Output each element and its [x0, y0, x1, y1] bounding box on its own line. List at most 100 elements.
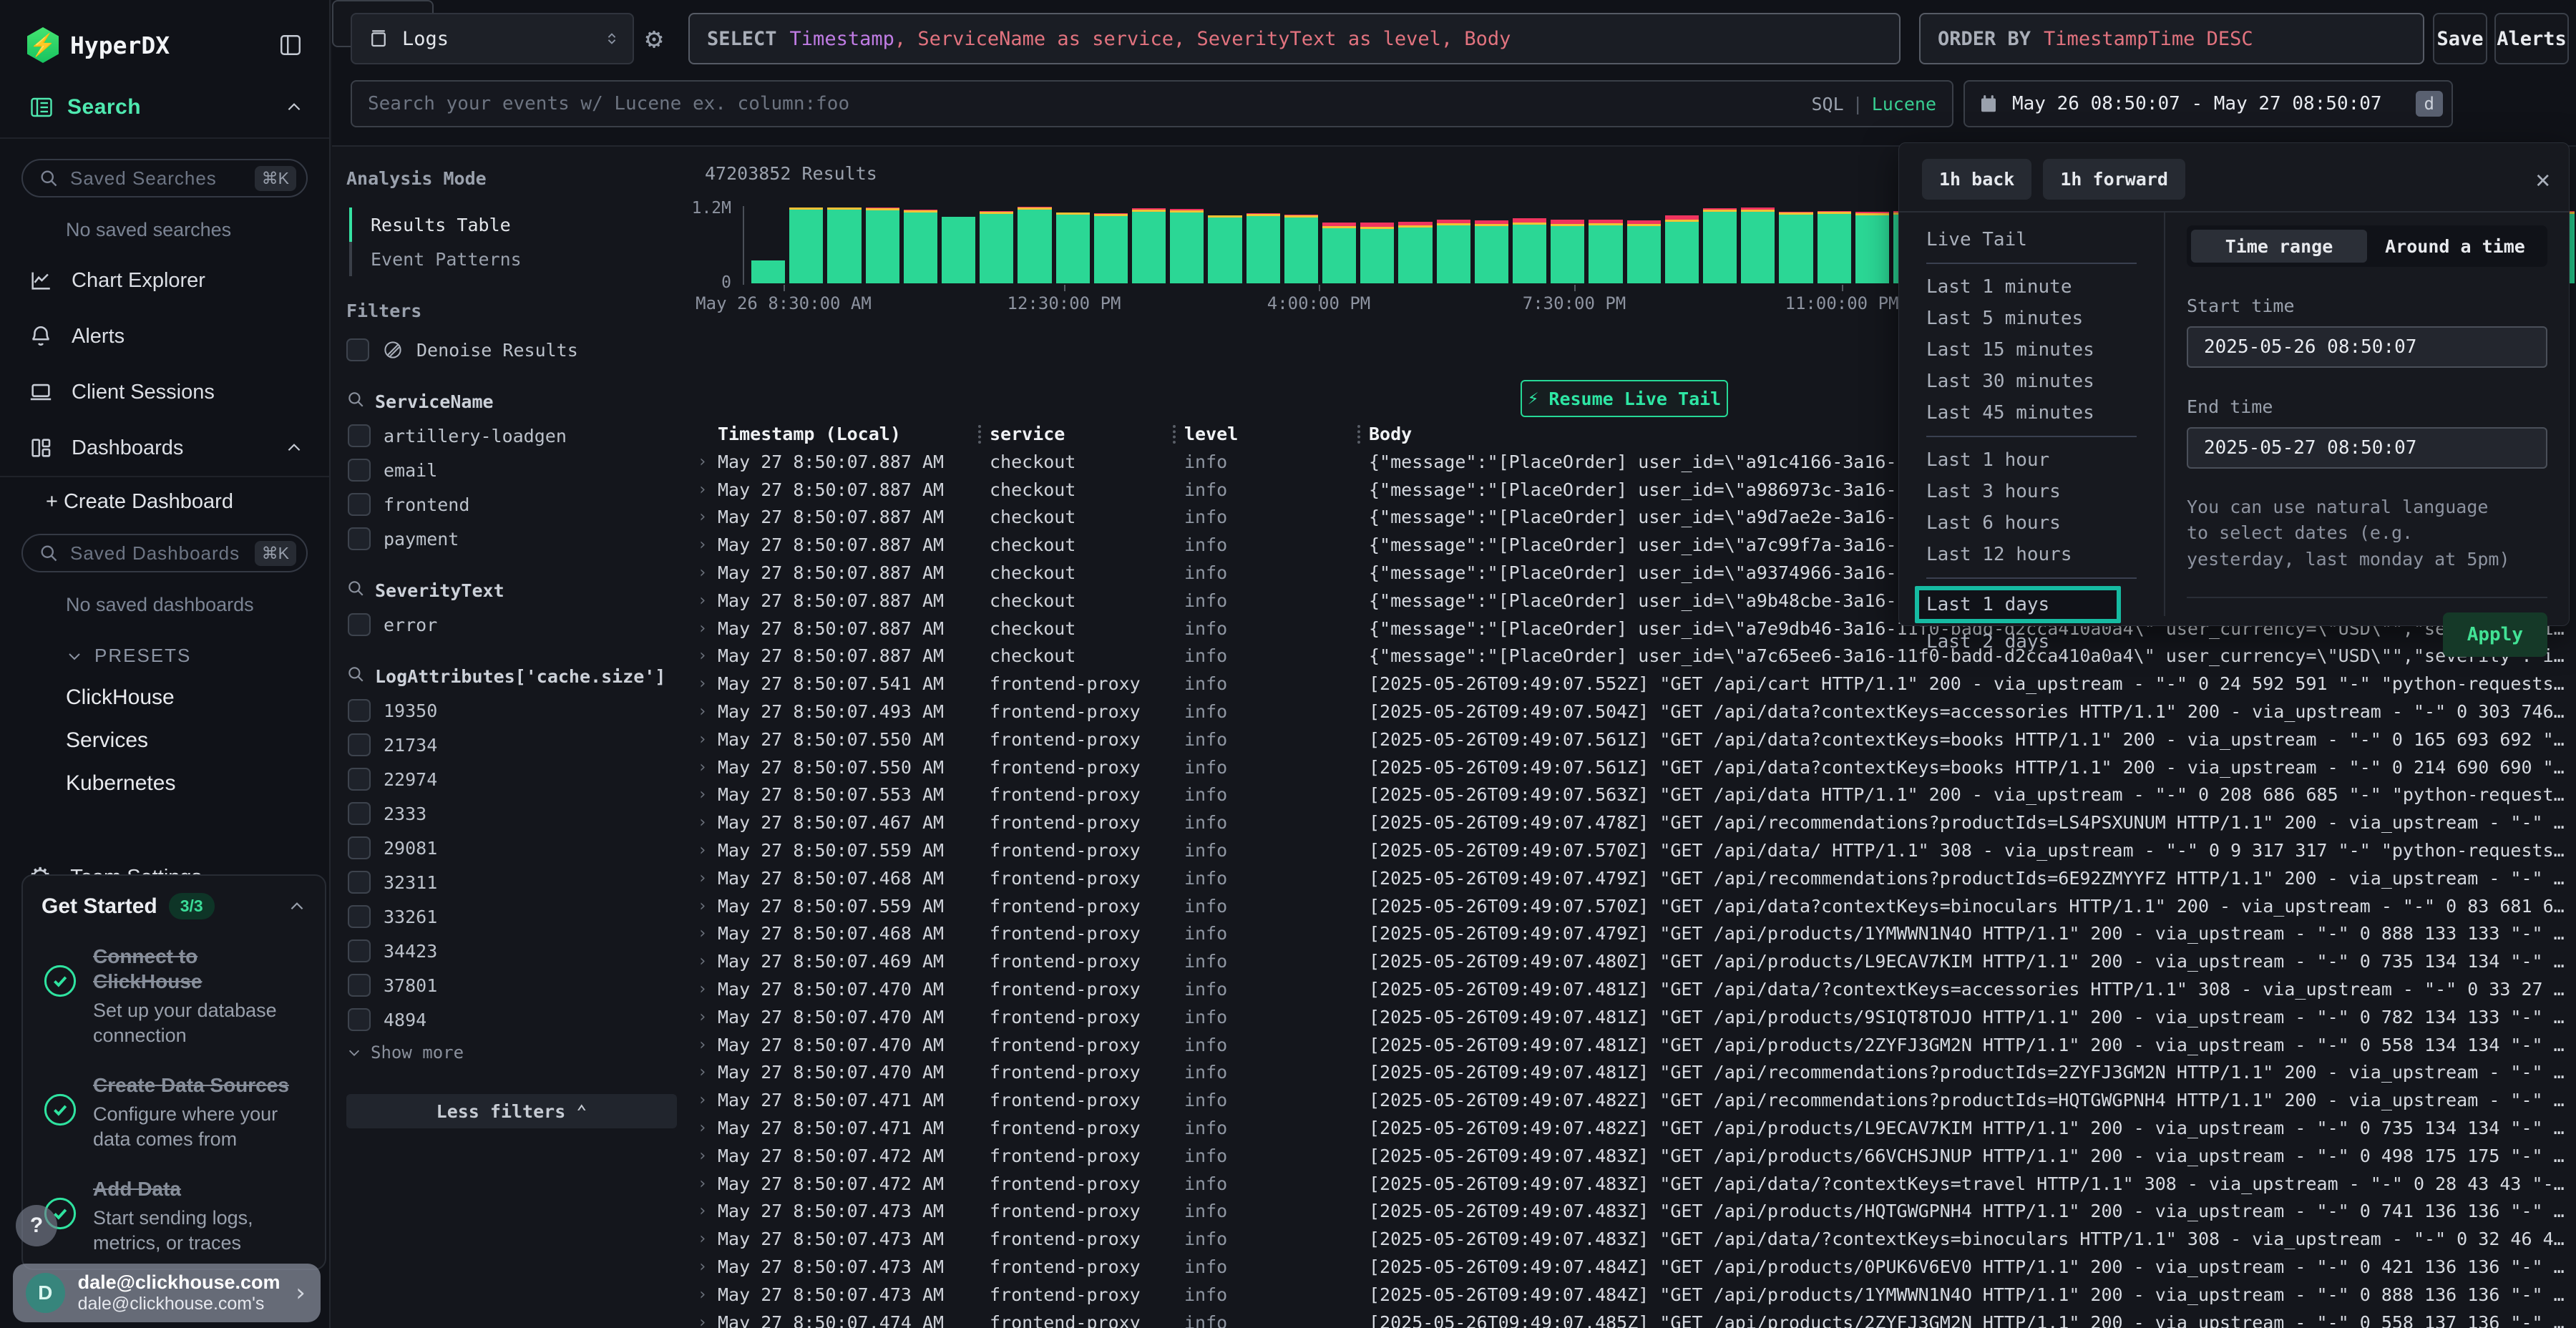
quick-range-live-tail[interactable]: Live Tail — [1926, 224, 2164, 255]
checkbox[interactable] — [348, 802, 371, 825]
row-expand-icon[interactable]: › — [698, 924, 718, 942]
sidebar-item-client-sessions[interactable]: Client Sessions — [0, 364, 329, 420]
histogram-bar[interactable] — [980, 211, 1013, 283]
facet-value-checkbox[interactable]: error — [348, 613, 679, 636]
column-resize-handle[interactable] — [978, 425, 981, 444]
help-button[interactable]: ? — [16, 1205, 57, 1246]
source-settings-gear-icon[interactable]: ⚙ — [645, 24, 663, 53]
table-row[interactable]: ›May 27 8:50:07.468 AMfrontend-proxyinfo… — [698, 920, 2573, 948]
table-row[interactable]: ›May 27 8:50:07.472 AMfrontend-proxyinfo… — [698, 1142, 2573, 1170]
facet-value-checkbox[interactable]: artillery-loadgen — [348, 424, 679, 447]
checkbox[interactable] — [348, 974, 371, 997]
row-expand-icon[interactable]: › — [698, 592, 718, 610]
row-expand-icon[interactable]: › — [698, 841, 718, 859]
row-expand-icon[interactable]: › — [698, 675, 718, 693]
facet-value-checkbox[interactable]: 22974 — [348, 768, 679, 791]
checkbox[interactable] — [348, 939, 371, 962]
sidebar-item-search[interactable]: Search — [0, 84, 329, 137]
row-expand-icon[interactable]: › — [698, 786, 718, 804]
sidebar-preset-services[interactable]: Services — [0, 710, 329, 753]
1h-back-button[interactable]: 1h back — [1922, 159, 2031, 200]
start-time-input[interactable]: 2025-05-26 08:50:07 — [2187, 326, 2547, 368]
quick-range-last-5-minutes[interactable]: Last 5 minutes — [1926, 303, 2164, 334]
histogram-bar[interactable] — [904, 210, 937, 283]
presets-toggle[interactable]: PRESETS — [0, 616, 329, 667]
mode-sql-toggle[interactable]: SQL — [1811, 94, 1843, 114]
table-row[interactable]: ›May 27 8:50:07.468 AMfrontend-proxyinfo… — [698, 864, 2573, 892]
quick-range-last-1-minute[interactable]: Last 1 minute — [1926, 271, 2164, 303]
facet-value-checkbox[interactable]: 32311 — [348, 871, 679, 894]
checkbox[interactable] — [348, 613, 371, 636]
saved-searches-input[interactable]: Saved Searches ⌘K — [21, 159, 308, 197]
row-expand-icon[interactable]: › — [698, 814, 718, 831]
checkbox[interactable] — [348, 459, 371, 482]
sql-select-editor[interactable]: SELECT Timestamp, ServiceName as service… — [688, 13, 1901, 64]
facet-value-checkbox[interactable]: 2333 — [348, 802, 679, 825]
histogram-bar[interactable] — [1818, 211, 1851, 283]
create-dashboard-button[interactable]: + Create Dashboard — [0, 477, 329, 514]
histogram-bar[interactable] — [827, 208, 861, 283]
apply-button[interactable]: Apply — [2443, 612, 2547, 657]
row-expand-icon[interactable]: › — [698, 1063, 718, 1081]
sidebar-preset-clickhouse[interactable]: ClickHouse — [0, 667, 329, 710]
table-row[interactable]: ›May 27 8:50:07.550 AMfrontend-proxyinfo… — [698, 753, 2573, 781]
histogram-bar[interactable] — [1703, 208, 1737, 283]
row-expand-icon[interactable]: › — [698, 897, 718, 915]
table-row[interactable]: ›May 27 8:50:07.553 AMfrontend-proxyinfo… — [698, 781, 2573, 809]
get-started-item[interactable]: Add DataStart sending logs, metrics, or … — [42, 1176, 306, 1256]
quick-range-last-1-days[interactable]: Last 1 days — [1915, 586, 2121, 623]
row-expand-icon[interactable]: › — [698, 453, 718, 471]
checkbox[interactable] — [348, 836, 371, 859]
tab-around-a-time[interactable]: Around a time — [2367, 230, 2543, 263]
row-expand-icon[interactable]: › — [698, 481, 718, 499]
get-started-item[interactable]: Create Data SourcesConfigure where your … — [42, 1073, 306, 1152]
column-resize-handle[interactable] — [1357, 425, 1360, 444]
histogram-bar[interactable] — [1094, 213, 1128, 283]
histogram-bar[interactable] — [1513, 218, 1546, 283]
row-expand-icon[interactable]: › — [698, 647, 718, 665]
histogram-bar[interactable] — [1741, 208, 1775, 283]
histogram-bar[interactable] — [1475, 220, 1508, 283]
close-icon[interactable]: ✕ — [2536, 165, 2550, 194]
table-row[interactable]: ›May 27 8:50:07.470 AMfrontend-proxyinfo… — [698, 1031, 2573, 1059]
chevron-up-icon[interactable] — [288, 897, 306, 916]
checkbox[interactable] — [348, 768, 371, 791]
histogram-bar[interactable] — [1360, 223, 1394, 283]
table-row[interactable]: ›May 27 8:50:07.467 AMfrontend-proxyinfo… — [698, 809, 2573, 836]
facet-value-checkbox[interactable]: payment — [348, 527, 679, 550]
row-expand-icon[interactable]: › — [698, 1286, 718, 1304]
1h-forward-button[interactable]: 1h forward — [2043, 159, 2185, 200]
less-filters-button[interactable]: Less filters ⌃ — [346, 1094, 677, 1128]
quick-range-last-45-minutes[interactable]: Last 45 minutes — [1926, 397, 2164, 429]
histogram-bar[interactable] — [1208, 215, 1241, 283]
mode-lucene-toggle[interactable]: Lucene — [1872, 94, 1936, 114]
checkbox[interactable] — [348, 699, 371, 722]
histogram-bar[interactable] — [1627, 220, 1661, 283]
table-row[interactable]: ›May 27 8:50:07.473 AMfrontend-proxyinfo… — [698, 1225, 2573, 1253]
table-row[interactable]: ›May 27 8:50:07.472 AMfrontend-proxyinfo… — [698, 1170, 2573, 1198]
resume-live-tail-button[interactable]: ⚡ Resume Live Tail — [1521, 380, 1728, 417]
facet-value-checkbox[interactable]: 37801 — [348, 974, 679, 997]
facet-value-checkbox[interactable]: 4894 — [348, 1008, 679, 1031]
table-row[interactable]: ›May 27 8:50:07.470 AMfrontend-proxyinfo… — [698, 1003, 2573, 1031]
histogram-bar[interactable] — [1779, 212, 1813, 283]
table-row[interactable]: ›May 27 8:50:07.473 AMfrontend-proxyinfo… — [698, 1253, 2573, 1281]
denoise-results-checkbox[interactable]: Denoise Results — [346, 338, 679, 361]
row-expand-icon[interactable]: › — [698, 1147, 718, 1165]
histogram-bar[interactable] — [1246, 213, 1280, 283]
save-button[interactable]: Save — [2433, 13, 2487, 64]
histogram-bar[interactable] — [1398, 222, 1432, 283]
histogram-bar[interactable] — [1132, 208, 1166, 283]
column-resize-handle[interactable] — [1173, 425, 1176, 444]
facet-value-checkbox[interactable]: 34423 — [348, 939, 679, 962]
histogram-bar[interactable] — [866, 208, 899, 283]
histogram-bar[interactable] — [1589, 220, 1622, 283]
histogram-bar[interactable] — [1170, 209, 1204, 283]
search-input[interactable]: Search your events w/ Lucene ex. column:… — [351, 80, 1953, 127]
histogram-bar[interactable] — [1665, 215, 1699, 283]
row-expand-icon[interactable]: › — [698, 731, 718, 748]
checkbox[interactable] — [348, 905, 371, 928]
checkbox[interactable] — [348, 527, 371, 550]
checkbox[interactable] — [348, 871, 371, 894]
saved-dashboards-input[interactable]: Saved Dashboards ⌘K — [21, 534, 308, 572]
